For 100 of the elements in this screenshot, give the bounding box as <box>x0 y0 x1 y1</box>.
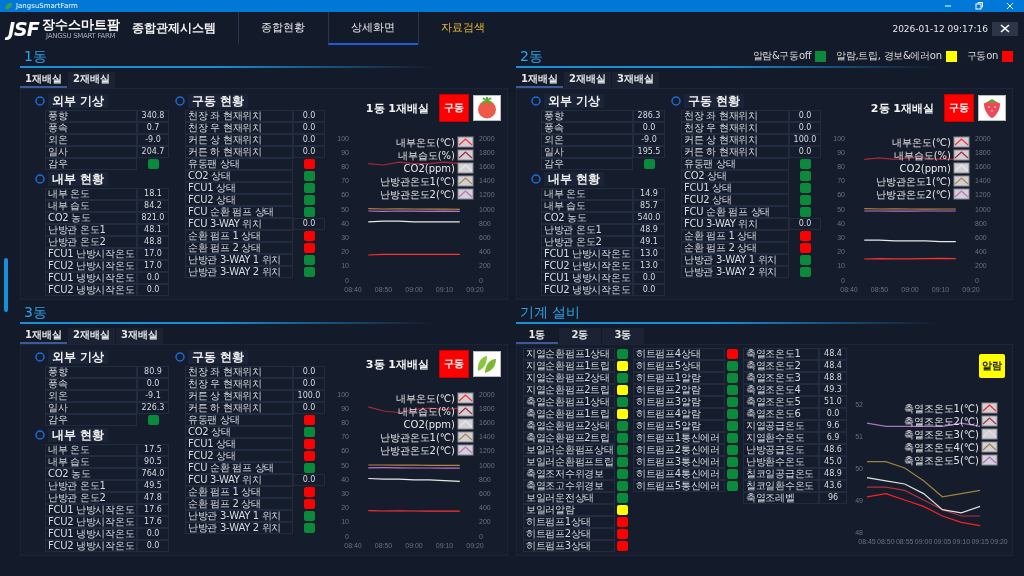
leaf-icon <box>4 2 13 10</box>
table-cell: 내부 습도 <box>541 200 633 212</box>
table-cell: 유동팬 상태 <box>681 158 789 170</box>
table-cell: 축열조온도5 <box>743 396 819 408</box>
table-cell: 내부 습도 <box>45 200 137 212</box>
legend-label: 내부습도(%) <box>397 406 455 417</box>
table-cell: FCU1 냉방시작온도 <box>45 528 137 540</box>
circle-icon <box>35 174 45 184</box>
table-cell: 0.0 <box>293 134 325 146</box>
tab[interactable]: 3재배실 <box>611 72 659 88</box>
table-cell: 지열순환펌프2상태 <box>523 372 615 384</box>
table-cell: CO2 상태 <box>185 170 293 182</box>
table-cell: FCU 순환 펌프 상태 <box>681 206 789 218</box>
table-cell: 축열조온도6 <box>743 408 819 420</box>
table-cell: 0.0 <box>137 272 169 284</box>
strawberry-icon <box>978 95 1006 121</box>
table-cell: 히트펌프1상태 <box>523 516 615 528</box>
table-cell: 커튼 상 현재위치 <box>185 134 293 146</box>
table-cell: 96 <box>819 492 847 504</box>
table-cell: 0.0 <box>137 378 169 390</box>
table-cell: 6.9 <box>819 432 847 444</box>
legend-label: 구동on <box>966 49 998 63</box>
legend-label: 내부습도(%) <box>893 150 951 161</box>
table-cell: 난방공급온도 <box>743 444 819 456</box>
table-cell: 0.0 <box>293 402 325 414</box>
legend-swatch-icon <box>953 149 970 161</box>
tab[interactable]: 2동 <box>559 328 601 344</box>
legend-swatch-icon <box>981 428 998 440</box>
tab[interactable]: 2재배실 <box>67 72 115 88</box>
table-cell: 0.0 <box>293 378 325 390</box>
table-cell: 48.8 <box>137 236 169 248</box>
table-cell: 커튼 하 현재위치 <box>185 402 293 414</box>
table-cell: FCU1 상태 <box>185 182 293 194</box>
table-cell: -9.0 <box>633 134 665 146</box>
table-cell: 축열조온도2 <box>743 360 819 372</box>
table-cell: 90.5 <box>137 456 169 468</box>
table-cell: 커튼 하 현재위치 <box>185 146 293 158</box>
table-cell: 히트펌프3상태 <box>523 540 615 552</box>
table-cell: 0.0 <box>633 272 665 284</box>
legend-label: 축열조온도4(℃) <box>903 442 979 453</box>
nav-tab[interactable]: 상세화면 <box>327 12 418 45</box>
tab[interactable]: 3재배실 <box>115 328 163 344</box>
legend-label: 축열조온도2(℃) <box>903 416 979 427</box>
legend-label: 난방관온도2(℃) <box>379 445 455 456</box>
table-cell: 난방관 온도2 <box>45 236 137 248</box>
table-cell: 48.6 <box>819 444 847 456</box>
table-cell: FCU1 난방시작온도 <box>45 504 137 516</box>
table-cell: 히트펌프1통신에러 <box>633 432 725 444</box>
table-cell: 내부 온도 <box>541 188 633 200</box>
scroll-thumb[interactable] <box>4 258 8 312</box>
nav-tab[interactable]: 종합현황 <box>237 12 328 45</box>
close-button[interactable] <box>992 21 1018 36</box>
leaf-icon <box>473 351 501 377</box>
table-cell: 풍향 <box>45 366 137 378</box>
table-cell: 히트펌프2상태 <box>523 528 615 540</box>
table-cell: 17.0 <box>137 260 169 272</box>
table-cell: 축열조온도4 <box>743 384 819 396</box>
table-cell: 내부 온도 <box>45 188 137 200</box>
circle-icon <box>35 430 45 440</box>
table-cell: 축열조온도1 <box>743 348 819 360</box>
table-cell: 칠코일공급온도 <box>743 468 819 480</box>
legend-swatch-icon <box>457 149 474 161</box>
legend-label: 내부온도(℃) <box>395 137 455 148</box>
table-cell: 48.1 <box>137 224 169 236</box>
close-icon <box>1005 1 1015 11</box>
table-cell: 난방관 온도1 <box>45 224 137 236</box>
legend-swatch-icon <box>457 431 474 443</box>
table-cell: 난방관 3-WAY 2 위치 <box>185 266 293 278</box>
table-cell: 감우 <box>541 158 633 170</box>
legend-swatch-icon <box>457 136 474 148</box>
legend-label: CO2(ppm) <box>899 163 951 174</box>
table-cell: 17.6 <box>137 516 169 528</box>
room-label: 3동 1재배실 <box>365 356 429 372</box>
table-cell: 천장 좌 현재위치 <box>185 366 293 378</box>
tab[interactable]: 2재배실 <box>67 328 115 344</box>
circle-icon <box>35 96 45 106</box>
legend-label: 난방관온도1(℃) <box>875 176 951 187</box>
table-cell: 풍향 <box>45 110 137 122</box>
table-cell: 48.8 <box>819 372 847 384</box>
circle-icon <box>671 96 681 106</box>
nav-tab[interactable]: 자료검색 <box>417 12 508 45</box>
legend-label: CO2(ppm) <box>403 163 455 174</box>
table-cell: 0.0 <box>819 408 847 420</box>
group-title: 구동 현황 <box>684 94 745 108</box>
table-cell: 43.6 <box>819 480 847 492</box>
table-cell: FCU2 냉방시작온도 <box>541 284 633 296</box>
section-title: 기계 설비 <box>520 304 581 320</box>
tab[interactable]: 2재배실 <box>563 72 611 88</box>
table-cell: 순환 펌프 1 상태 <box>681 230 789 242</box>
table-cell: 340.8 <box>137 110 169 122</box>
table-cell: 일사 <box>45 146 137 158</box>
table-cell: 보일러운전상태 <box>523 492 615 504</box>
table-cell: 48.4 <box>819 360 847 372</box>
table-cell: FCU1 냉방시작온도 <box>541 272 633 284</box>
legend-label: 난방관온도1(℃) <box>379 432 455 443</box>
table-cell: FCU2 난방시작온도 <box>45 260 137 272</box>
tab[interactable]: 3동 <box>602 328 644 344</box>
table-cell: FCU2 난방시작온도 <box>45 516 137 528</box>
table-cell: 지열순환펌프1상태 <box>523 348 615 360</box>
table-cell: 0.0 <box>137 528 169 540</box>
